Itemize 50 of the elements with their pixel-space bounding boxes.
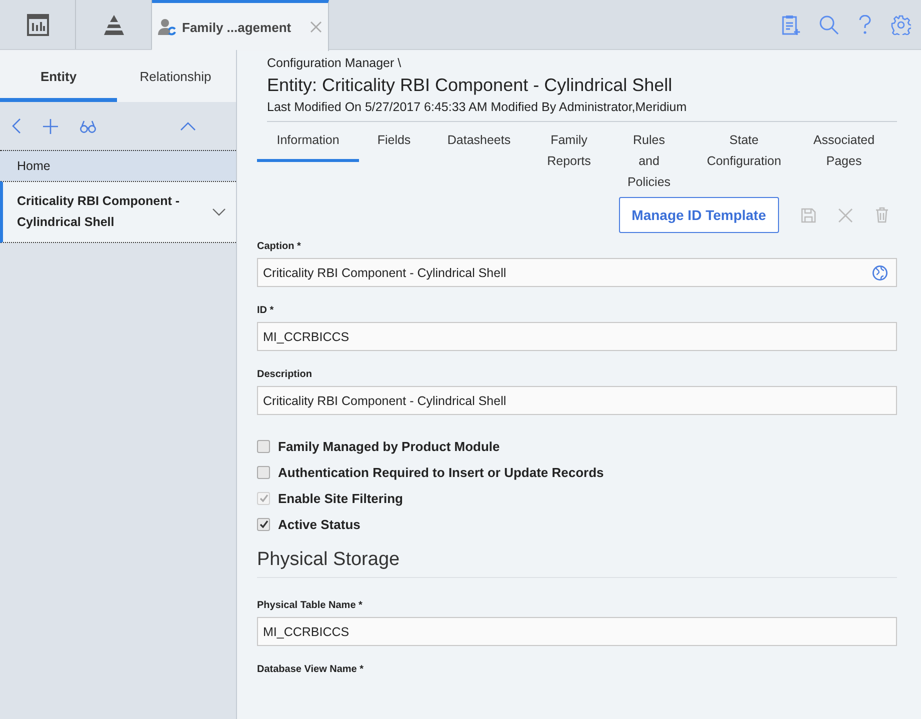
text-field[interactable]: MI_CCRBICCS — [257, 617, 897, 646]
side-tab[interactable]: Relationship — [117, 50, 234, 102]
section-tab[interactable]: Datasheets — [429, 130, 529, 159]
chart-window-icon — [26, 14, 48, 36]
manage-id-template-button[interactable]: Manage ID Template — [618, 197, 779, 233]
field-label: ID * — [257, 305, 275, 316]
checkbox[interactable] — [257, 466, 270, 478]
field-label: Description — [257, 369, 314, 380]
field-label: Caption * — [257, 241, 302, 252]
nav-item[interactable]: Home — [0, 150, 236, 181]
text-field[interactable]: Criticality RBI Component - Cylindrical Shell — [257, 386, 897, 415]
section-tab[interactable]: State Configuration — [689, 130, 799, 172]
section-tab[interactable]: Information — [257, 130, 359, 162]
section-tab[interactable]: Fields — [359, 130, 429, 159]
clipboard-add-icon[interactable] — [782, 14, 800, 34]
binoculars-icon[interactable] — [80, 120, 96, 132]
help-icon[interactable] — [858, 14, 872, 34]
add-icon[interactable] — [43, 118, 58, 134]
checkbox-label: Enable Site Filtering — [278, 490, 403, 506]
checkbox-label: Authentication Required to Insert or Update Records — [278, 464, 604, 480]
close-icon[interactable] — [310, 21, 322, 33]
page-title: Entity: Criticality RBI Component - Cylindrical Shell — [267, 75, 674, 96]
collapse-icon[interactable] — [180, 122, 196, 130]
section-tab[interactable]: Family Reports — [529, 130, 609, 172]
checkbox[interactable] — [257, 518, 270, 530]
nav-item[interactable]: Criticality RBI Component - Cylindrical Shell — [0, 181, 236, 243]
section-tab[interactable]: Rules and Policies — [609, 130, 689, 193]
save-icon[interactable] — [801, 208, 816, 222]
text-field[interactable]: MI_CCRBICCS — [257, 322, 897, 351]
field-label: Database View Name * — [257, 664, 365, 675]
search-icon[interactable] — [819, 14, 839, 34]
field-label: Physical Table Name * — [257, 600, 364, 611]
side-tab[interactable]: Entity — [0, 50, 117, 102]
checkbox-label: Active Status — [278, 516, 360, 532]
modified-info: Last Modified On 5/27/2017 6:45:33 AM Modified By Administrator,Meridium — [267, 100, 897, 122]
settings-icon[interactable] — [891, 14, 911, 34]
text-field[interactable]: Criticality RBI Component - Cylindrical Shell — [257, 258, 897, 287]
back-icon[interactable] — [12, 118, 21, 134]
chevron-down-icon[interactable] — [212, 208, 226, 216]
globe-icon[interactable] — [872, 264, 888, 280]
pyramid-icon — [102, 14, 126, 36]
user-sync-icon — [158, 18, 176, 36]
section-heading: Physical Storage — [257, 549, 897, 578]
close-icon[interactable] — [838, 208, 853, 222]
section-tab[interactable]: Associated Pages — [799, 130, 889, 172]
trash-icon[interactable] — [875, 207, 889, 223]
breadcrumb[interactable]: Configuration Manager \ — [267, 53, 897, 73]
checkbox[interactable] — [257, 440, 270, 452]
app-tab[interactable]: Family ...agement — [152, 0, 329, 51]
checkbox-label: Family Managed by Product Module — [278, 438, 500, 454]
